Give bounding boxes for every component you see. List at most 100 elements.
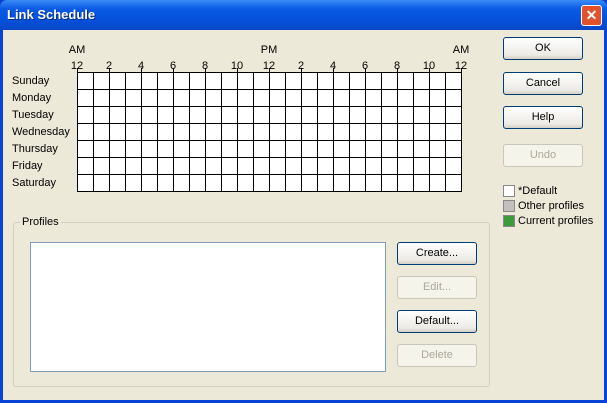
schedule-cell[interactable] [430, 124, 446, 141]
schedule-cell[interactable] [414, 124, 430, 141]
schedule-cell[interactable] [142, 175, 158, 192]
schedule-cell[interactable] [142, 107, 158, 124]
schedule-cell[interactable] [190, 73, 206, 90]
schedule-cell[interactable] [334, 73, 350, 90]
schedule-cell[interactable] [302, 141, 318, 158]
schedule-cell[interactable] [382, 107, 398, 124]
schedule-cell[interactable] [158, 175, 174, 192]
schedule-cell[interactable] [190, 107, 206, 124]
schedule-cell[interactable] [78, 141, 94, 158]
schedule-cell[interactable] [350, 107, 366, 124]
schedule-cell[interactable] [222, 158, 238, 175]
schedule-cell[interactable] [126, 175, 142, 192]
schedule-cell[interactable] [142, 90, 158, 107]
schedule-cell[interactable] [254, 175, 270, 192]
schedule-cell[interactable] [238, 90, 254, 107]
schedule-cell[interactable] [398, 90, 414, 107]
ok-button[interactable]: OK [503, 37, 583, 60]
cancel-button[interactable]: Cancel [503, 72, 583, 95]
schedule-cell[interactable] [366, 90, 382, 107]
schedule-cell[interactable] [238, 107, 254, 124]
schedule-cell[interactable] [334, 141, 350, 158]
schedule-cell[interactable] [382, 73, 398, 90]
schedule-cell[interactable] [366, 107, 382, 124]
schedule-cell[interactable] [398, 124, 414, 141]
schedule-cell[interactable] [270, 107, 286, 124]
schedule-cell[interactable] [78, 107, 94, 124]
schedule-cell[interactable] [318, 90, 334, 107]
schedule-cell[interactable] [270, 141, 286, 158]
schedule-cell[interactable] [78, 73, 94, 90]
schedule-cell[interactable] [158, 107, 174, 124]
schedule-cell[interactable] [286, 90, 302, 107]
schedule-cell[interactable] [270, 158, 286, 175]
schedule-cell[interactable] [430, 90, 446, 107]
schedule-cell[interactable] [334, 158, 350, 175]
schedule-cell[interactable] [174, 73, 190, 90]
schedule-cell[interactable] [110, 107, 126, 124]
schedule-cell[interactable] [430, 158, 446, 175]
schedule-cell[interactable] [78, 158, 94, 175]
schedule-cell[interactable] [334, 175, 350, 192]
schedule-cell[interactable] [126, 73, 142, 90]
schedule-cell[interactable] [222, 175, 238, 192]
schedule-cell[interactable] [158, 124, 174, 141]
schedule-cell[interactable] [94, 141, 110, 158]
schedule-cell[interactable] [446, 107, 462, 124]
schedule-cell[interactable] [414, 107, 430, 124]
schedule-cell[interactable] [238, 124, 254, 141]
schedule-cell[interactable] [318, 141, 334, 158]
schedule-cell[interactable] [398, 175, 414, 192]
schedule-cell[interactable] [222, 73, 238, 90]
schedule-cell[interactable] [174, 141, 190, 158]
schedule-cell[interactable] [286, 107, 302, 124]
schedule-cell[interactable] [366, 158, 382, 175]
schedule-cell[interactable] [318, 73, 334, 90]
schedule-cell[interactable] [286, 141, 302, 158]
schedule-cell[interactable] [190, 141, 206, 158]
schedule-cell[interactable] [110, 141, 126, 158]
schedule-cell[interactable] [350, 124, 366, 141]
help-button[interactable]: Help [503, 106, 583, 129]
schedule-cell[interactable] [190, 175, 206, 192]
schedule-cell[interactable] [206, 73, 222, 90]
schedule-cell[interactable] [158, 73, 174, 90]
schedule-cell[interactable] [446, 175, 462, 192]
schedule-cell[interactable] [238, 73, 254, 90]
schedule-cell[interactable] [190, 158, 206, 175]
schedule-cell[interactable] [382, 175, 398, 192]
schedule-cell[interactable] [190, 90, 206, 107]
close-button[interactable]: ✕ [581, 5, 602, 26]
schedule-cell[interactable] [350, 175, 366, 192]
schedule-cell[interactable] [78, 90, 94, 107]
schedule-cell[interactable] [206, 90, 222, 107]
schedule-cell[interactable] [110, 90, 126, 107]
schedule-cell[interactable] [270, 175, 286, 192]
schedule-cell[interactable] [382, 90, 398, 107]
schedule-cell[interactable] [94, 107, 110, 124]
schedule-cell[interactable] [318, 107, 334, 124]
schedule-cell[interactable] [430, 73, 446, 90]
schedule-cell[interactable] [110, 175, 126, 192]
schedule-cell[interactable] [206, 124, 222, 141]
create-profile-button[interactable]: Create... [397, 242, 477, 265]
schedule-cell[interactable] [286, 73, 302, 90]
schedule-cell[interactable] [190, 124, 206, 141]
schedule-cell[interactable] [158, 158, 174, 175]
schedule-cell[interactable] [318, 175, 334, 192]
schedule-cell[interactable] [302, 90, 318, 107]
schedule-cell[interactable] [350, 73, 366, 90]
schedule-cell[interactable] [270, 124, 286, 141]
schedule-cell[interactable] [318, 124, 334, 141]
schedule-cell[interactable] [398, 141, 414, 158]
schedule-cell[interactable] [254, 90, 270, 107]
schedule-cell[interactable] [446, 73, 462, 90]
schedule-cell[interactable] [94, 158, 110, 175]
schedule-cell[interactable] [286, 175, 302, 192]
schedule-cell[interactable] [398, 107, 414, 124]
schedule-cell[interactable] [350, 90, 366, 107]
schedule-cell[interactable] [366, 73, 382, 90]
schedule-cell[interactable] [382, 124, 398, 141]
schedule-cell[interactable] [254, 158, 270, 175]
schedule-cell[interactable] [78, 175, 94, 192]
